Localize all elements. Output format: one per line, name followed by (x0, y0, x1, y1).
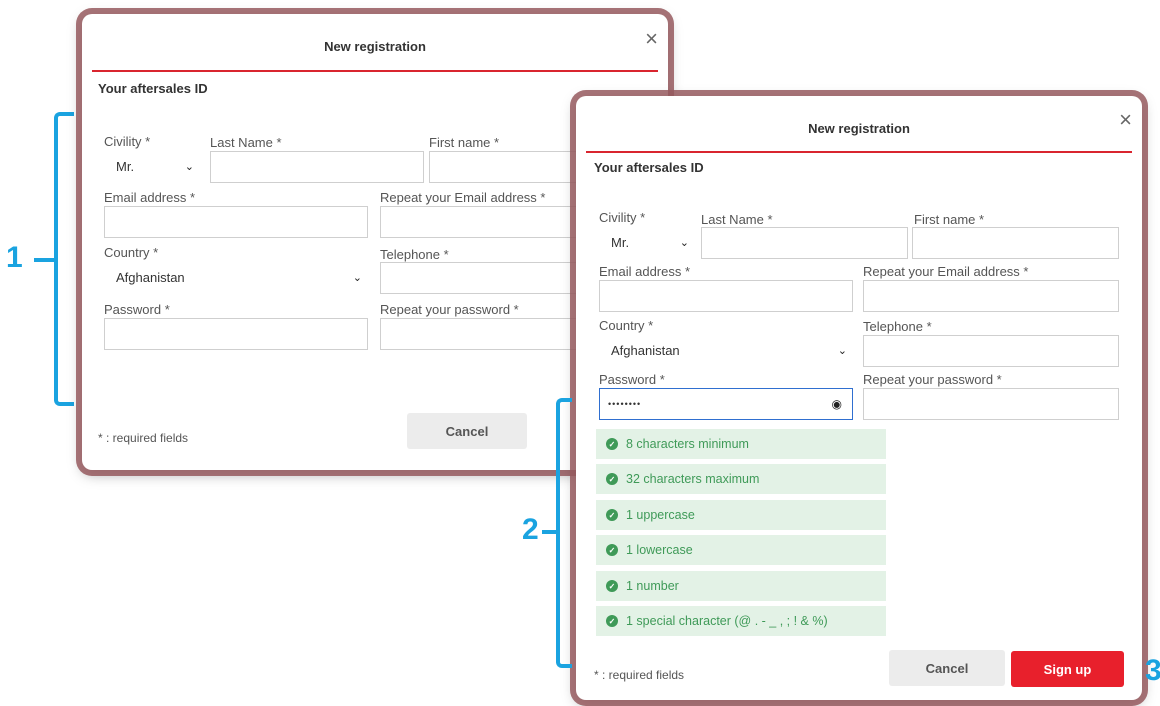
password-rule-uppercase: ✓ 1 uppercase (596, 500, 886, 530)
repeat-password-label: Repeat your password * (380, 302, 519, 317)
firstname-label: First name * (914, 212, 985, 227)
check-circle-icon: ✓ (606, 580, 618, 592)
cancel-button[interactable]: Cancel (407, 413, 527, 449)
check-circle-icon: ✓ (606, 615, 618, 627)
firstname-label: First name * (429, 135, 500, 150)
title-divider (586, 151, 1132, 153)
check-circle-icon: ✓ (606, 438, 618, 450)
password-label: Password * (599, 372, 665, 387)
repeat-password-input[interactable] (863, 388, 1119, 420)
repeat-email-input[interactable] (863, 280, 1119, 312)
password-value: •••••••• (608, 399, 642, 409)
callout-marker-3: 3 (1145, 654, 1160, 687)
callout-tick-2 (542, 530, 558, 534)
dialog-title: New registration (324, 39, 426, 54)
check-circle-icon: ✓ (606, 544, 618, 556)
title-divider (92, 70, 658, 72)
chevron-down-icon: ⌄ (679, 236, 689, 249)
lastname-label: Last Name * (210, 135, 282, 150)
rule-text: 32 characters maximum (626, 472, 760, 486)
chevron-down-icon: ⌄ (184, 160, 194, 173)
civility-value: Mr. (611, 234, 630, 250)
password-rule-lowercase: ✓ 1 lowercase (596, 535, 886, 565)
password-rule-max-length: ✓ 32 characters maximum (596, 464, 886, 494)
password-input[interactable] (104, 318, 368, 350)
callout-marker-2: 2 (522, 513, 539, 546)
telephone-input[interactable] (863, 335, 1119, 367)
password-label: Password * (104, 302, 170, 317)
email-label: Email address * (599, 264, 691, 279)
chevron-down-icon: ⌄ (837, 344, 847, 357)
lastname-label: Last Name * (701, 212, 773, 227)
country-label: Country * (599, 318, 654, 333)
registration-dialog-front: New registration × Your aftersales ID Ci… (576, 96, 1142, 700)
lastname-input[interactable] (210, 151, 424, 183)
civility-label: Civility * (599, 210, 646, 225)
rule-text: 1 special character (@ . - _ , ; ! & %) (626, 614, 828, 628)
close-icon[interactable]: × (645, 28, 658, 50)
repeat-email-label: Repeat your Email address * (380, 190, 546, 205)
check-circle-icon: ✓ (606, 509, 618, 521)
repeat-email-label: Repeat your Email address * (863, 264, 1029, 279)
check-circle-icon: ✓ (606, 473, 618, 485)
repeat-password-label: Repeat your password * (863, 372, 1002, 387)
rule-text: 8 characters minimum (626, 437, 749, 451)
callout-marker-1: 1 (6, 241, 23, 274)
rule-text: 1 uppercase (626, 508, 695, 522)
civility-label: Civility * (104, 134, 151, 149)
eye-icon[interactable]: ◉ (832, 397, 842, 411)
section-title: Your aftersales ID (98, 81, 208, 96)
callout-tick-1 (34, 258, 56, 262)
telephone-label: Telephone * (863, 319, 932, 334)
cancel-button[interactable]: Cancel (889, 650, 1005, 686)
civility-select[interactable]: Mr. ⌄ (599, 226, 695, 258)
section-title: Your aftersales ID (594, 160, 704, 175)
country-value: Afghanistan (611, 342, 680, 358)
password-input[interactable]: •••••••• ◉ (599, 388, 853, 420)
firstname-input[interactable] (912, 227, 1119, 259)
rule-text: 1 number (626, 579, 679, 593)
dialog-title: New registration (808, 121, 910, 136)
country-value: Afghanistan (116, 269, 185, 285)
email-label: Email address * (104, 190, 196, 205)
telephone-label: Telephone * (380, 247, 449, 262)
password-rule-special-char: ✓ 1 special character (@ . - _ , ; ! & %… (596, 606, 886, 636)
close-icon[interactable]: × (1119, 109, 1132, 131)
civility-select[interactable]: Mr. ⌄ (104, 150, 200, 182)
rule-text: 1 lowercase (626, 543, 693, 557)
password-rule-min-length: ✓ 8 characters minimum (596, 429, 886, 459)
country-label: Country * (104, 245, 159, 260)
civility-value: Mr. (116, 158, 135, 174)
country-select[interactable]: Afghanistan ⌄ (599, 334, 853, 366)
email-input[interactable] (599, 280, 853, 312)
email-input[interactable] (104, 206, 368, 238)
chevron-down-icon: ⌄ (352, 271, 362, 284)
sign-up-button[interactable]: Sign up (1011, 651, 1124, 687)
callout-bracket-1 (54, 112, 74, 406)
country-select[interactable]: Afghanistan ⌄ (104, 261, 368, 293)
required-fields-note: * : required fields (98, 431, 189, 445)
password-rule-number: ✓ 1 number (596, 571, 886, 601)
required-fields-note: * : required fields (594, 668, 685, 682)
callout-bracket-2 (556, 398, 572, 668)
lastname-input[interactable] (701, 227, 908, 259)
